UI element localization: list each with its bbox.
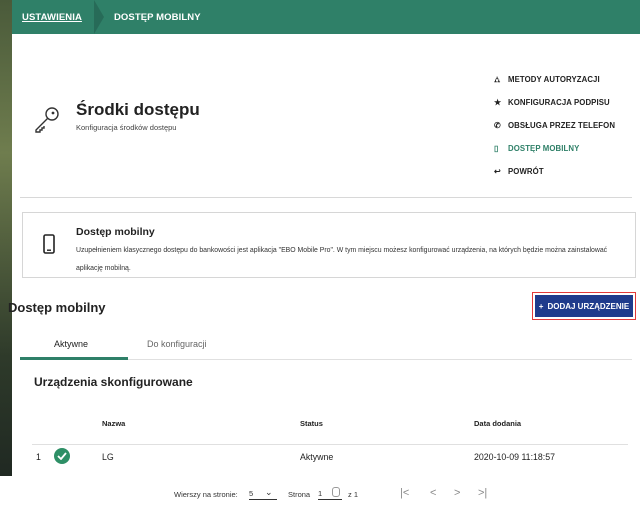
phone-call-icon: ✆ (494, 121, 501, 130)
add-device-button-highlight: + DODAJ URZĄDZENIE (532, 292, 636, 320)
page-spinner-icon[interactable] (332, 487, 340, 497)
first-page-icon[interactable]: |< (400, 487, 409, 499)
add-device-button[interactable]: + DODAJ URZĄDZENIE (535, 295, 633, 317)
column-header-name: Nazwa (102, 419, 126, 428)
chevron-down-icon: ⌄ (265, 487, 273, 497)
device-status: Aktywne (300, 452, 334, 462)
add-device-button-label: DODAJ URZĄDZENIE (547, 301, 630, 311)
page-title: Środki dostępu (76, 100, 200, 119)
active-tab-indicator (20, 357, 128, 360)
section-title: Dostęp mobilny (8, 300, 106, 315)
side-menu-mobile-access[interactable]: ▯ DOSTĘP MOBILNY (494, 137, 615, 160)
side-menu-back[interactable]: ↩ POWRÓT (494, 160, 615, 183)
smartphone-icon (43, 234, 55, 254)
breadcrumb-current: DOSTĘP MOBILNY (113, 11, 201, 23)
main-card: Środki dostępu Konfiguracja środków dost… (8, 34, 640, 476)
next-page-icon[interactable]: > (454, 487, 460, 499)
page-subtitle: Konfiguracja środków dostępu (76, 123, 177, 132)
row-index: 1 (36, 452, 41, 462)
info-title: Dostęp mobilny (76, 226, 155, 238)
previous-page-icon[interactable]: < (430, 487, 436, 499)
rows-per-page-select[interactable]: 5 ⌄ (249, 486, 277, 500)
mobile-icon: ▯ (494, 144, 499, 153)
info-description: Uzupełnieniem klasycznego dostępu do ban… (76, 247, 608, 272)
breadcrumb: USTAWIENIA DOSTĘP MOBILNY (12, 0, 640, 34)
side-menu-label: METODY AUTORYZACJI (508, 75, 600, 84)
side-menu-signature-config[interactable]: ★ KONFIGURACJA PODPISU (494, 91, 615, 114)
breadcrumb-separator (93, 0, 104, 34)
star-icon: ★ (494, 98, 502, 107)
column-header-date: Data dodania (474, 419, 522, 428)
tab-to-configure[interactable]: Do konfiguracji (147, 339, 207, 349)
info-panel: Dostęp mobilny Uzupełnieniem klasycznego… (22, 212, 636, 278)
rows-per-page-value: 5 (249, 489, 254, 498)
devices-title: Urządzenia skonfigurowane (34, 375, 193, 389)
plus-icon: + (538, 301, 544, 311)
tab-active[interactable]: Aktywne (54, 339, 88, 349)
last-page-icon[interactable]: >| (478, 487, 487, 499)
back-arrow-icon: ↩ (494, 167, 501, 176)
check-circle-icon (54, 448, 70, 464)
side-menu-label: KONFIGURACJA PODPISU (508, 98, 610, 107)
page-value: 1 (318, 489, 323, 498)
side-menu-phone-service[interactable]: ✆ OBSŁUGA PRZEZ TELEFON (494, 114, 615, 137)
pagination: Wierszy na stronie: 5 ⌄ Strona 1 z 1 |< … (0, 476, 640, 510)
background-strip (0, 0, 12, 510)
sitemap-icon: ⛼ (494, 74, 501, 84)
device-name[interactable]: LG (102, 452, 114, 462)
side-menu-label: DOSTĘP MOBILNY (508, 144, 580, 153)
side-menu-label: POWRÓT (508, 167, 544, 176)
page-label: Strona (288, 490, 311, 499)
rows-per-page-label: Wierszy na stronie: (174, 490, 238, 499)
side-menu: ⛼ METODY AUTORYZACJI ★ KONFIGURACJA PODP… (494, 68, 615, 183)
side-menu-label: OBSŁUGA PRZEZ TELEFON (508, 121, 616, 130)
table-divider (32, 444, 628, 445)
key-icon (35, 107, 59, 133)
breadcrumb-settings-link[interactable]: USTAWIENIA (22, 12, 82, 23)
page-total: z 1 (348, 490, 359, 499)
divider (20, 197, 632, 198)
device-date: 2020-10-09 11:18:57 (474, 452, 556, 462)
side-menu-authorization-methods[interactable]: ⛼ METODY AUTORYZACJI (494, 68, 615, 91)
column-header-status: Status (300, 419, 323, 428)
tabs: Aktywne Do konfiguracji (20, 332, 632, 360)
